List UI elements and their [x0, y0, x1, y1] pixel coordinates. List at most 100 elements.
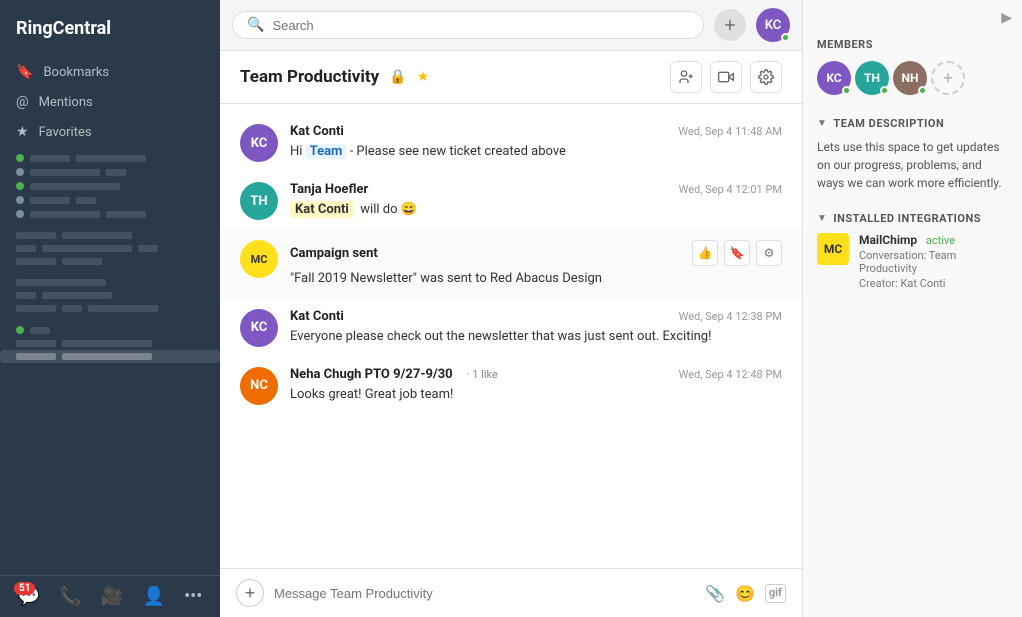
sidebar-item-bookmarks[interactable]: 🔖 Bookmarks [0, 57, 220, 87]
attach-button[interactable]: + [236, 579, 264, 607]
arrow-icon: ▼ [817, 213, 827, 224]
integration-creator: Creator: Kat Conti [859, 277, 1008, 290]
sidebar-item-favorites[interactable]: ★ Favorites [0, 117, 220, 147]
more-options-button[interactable]: ⚙ [756, 240, 782, 266]
list-item[interactable] [0, 276, 220, 289]
online-indicator [880, 86, 889, 95]
members-section: MEMBERS KC TH NH + [803, 26, 1022, 107]
status-dot [16, 326, 24, 334]
list-item[interactable] [0, 193, 220, 207]
integrations-section: ▼ INSTALLED INTEGRATIONS MC MailChimp ac… [803, 202, 1022, 300]
list-item[interactable] [0, 323, 220, 337]
online-indicator [842, 86, 851, 95]
input-icons: 📎 😊 gif [705, 584, 786, 603]
message-time: Wed, Sep 4 12:48 PM [679, 368, 782, 381]
bookmark-icon: 🔖 [16, 64, 33, 80]
integrations-title: INSTALLED INTEGRATIONS [833, 212, 981, 225]
list-item[interactable] [0, 207, 220, 221]
search-bar: 🔍 + KC [220, 0, 802, 51]
message-body: Campaign sent 👍 🔖 ⚙ "Fall 2019 Newslette… [290, 240, 782, 289]
message-body: Kat Conti Wed, Sep 4 12:38 PM Everyone p… [290, 309, 782, 347]
message-text: Everyone please check out the newsletter… [290, 327, 782, 347]
message-body: Tanja Hoefler Wed, Sep 4 12:01 PM Kat Co… [290, 182, 782, 220]
like-count: · 1 like [467, 368, 498, 381]
main-content: 🔍 + KC Team Productivity 🔒 ★ [220, 0, 802, 617]
list-item[interactable] [0, 337, 220, 350]
search-icon: 🔍 [247, 17, 264, 33]
list-item[interactable] [0, 179, 220, 193]
sidebar-item-mentions[interactable]: @ Mentions [0, 87, 220, 117]
favorite-icon[interactable]: ★ [417, 69, 430, 85]
user-avatar[interactable]: KC [756, 8, 790, 42]
search-input[interactable] [272, 18, 689, 33]
team-name-placeholder [106, 211, 146, 218]
message-header: Kat Conti Wed, Sep 4 11:48 AM [290, 124, 782, 139]
members-title: MEMBERS [817, 38, 1008, 51]
video-icon[interactable]: 🎥 [101, 586, 123, 607]
mention-icon: @ [16, 94, 29, 110]
phone-icon[interactable]: 📞 [59, 586, 81, 607]
message-sender: Neha Chugh PTO 9/27-9/30 [290, 367, 453, 382]
list-item[interactable] [0, 242, 220, 255]
team-name-placeholder [62, 340, 152, 347]
message-text: Looks great! Great job team! [290, 385, 782, 405]
integration-name-row: MailChimp active [859, 233, 1008, 247]
active-badge: active [926, 234, 955, 247]
integrations-header[interactable]: ▼ INSTALLED INTEGRATIONS [817, 212, 1008, 225]
add-button[interactable]: + [714, 9, 746, 41]
sidebar-mentions-label: Mentions [39, 95, 93, 110]
emoji-icon[interactable]: 😊 [735, 584, 755, 603]
team-name-placeholder [88, 305, 158, 312]
settings-button[interactable] [750, 61, 782, 93]
more-icon[interactable]: ••• [184, 586, 202, 607]
like-button[interactable]: 👍 [692, 240, 718, 266]
message-sender: Campaign sent [290, 246, 378, 261]
message-header: Kat Conti Wed, Sep 4 12:38 PM [290, 309, 782, 324]
notification-badge: 51 [14, 582, 35, 595]
list-item[interactable] [0, 255, 220, 268]
member-avatar: NH [893, 61, 927, 95]
avatar: TH [240, 182, 278, 220]
team-name-placeholder [30, 183, 120, 190]
message-header: Campaign sent 👍 🔖 ⚙ [290, 240, 782, 266]
arrow-icon: ▼ [817, 118, 827, 129]
list-item[interactable] [0, 151, 220, 165]
table-row: MC Campaign sent 👍 🔖 ⚙ "Fall 2019 Newsle… [220, 230, 802, 299]
list-item[interactable] [0, 289, 220, 302]
description-header[interactable]: ▼ TEAM DESCRIPTION [817, 117, 1008, 130]
user-mention: Kat Conti [290, 201, 354, 218]
avatar: KC [240, 124, 278, 162]
integration-name: MailChimp [859, 233, 917, 247]
add-member-button[interactable]: + [931, 61, 965, 95]
list-item[interactable] [0, 350, 220, 363]
team-name-placeholder [30, 155, 70, 162]
online-indicator [918, 86, 927, 95]
attachment-icon[interactable]: 📎 [705, 584, 725, 603]
team-name-placeholder [76, 197, 96, 204]
bookmark-button[interactable]: 🔖 [724, 240, 750, 266]
message-input[interactable] [274, 586, 695, 601]
team-name-placeholder [62, 258, 102, 265]
message-text: "Fall 2019 Newsletter" was sent to Red A… [290, 269, 782, 289]
status-dot [16, 154, 24, 162]
add-members-button[interactable] [670, 61, 702, 93]
team-name-placeholder [16, 340, 56, 347]
status-dot [16, 168, 24, 176]
team-name-placeholder [62, 305, 82, 312]
list-item[interactable] [0, 165, 220, 179]
team-name-placeholder [62, 232, 132, 239]
list-item[interactable] [0, 302, 220, 315]
integration-conversation: Conversation: Team Productivity [859, 249, 1008, 275]
online-indicator [781, 33, 790, 42]
list-item[interactable] [0, 229, 220, 242]
profile-icon[interactable]: 👤 [142, 586, 164, 607]
status-dot [16, 210, 24, 218]
collapse-button[interactable]: ▶ [1001, 10, 1012, 26]
message-text: Hi Team - Please see new ticket created … [290, 142, 782, 162]
channel-title: Team Productivity [240, 67, 379, 87]
gif-button[interactable]: gif [765, 584, 786, 603]
channel-actions [670, 61, 782, 93]
video-call-button[interactable] [710, 61, 742, 93]
member-avatar: TH [855, 61, 889, 95]
sidebar: RingCentral 🔖 Bookmarks @ Mentions ★ Fav… [0, 0, 220, 617]
